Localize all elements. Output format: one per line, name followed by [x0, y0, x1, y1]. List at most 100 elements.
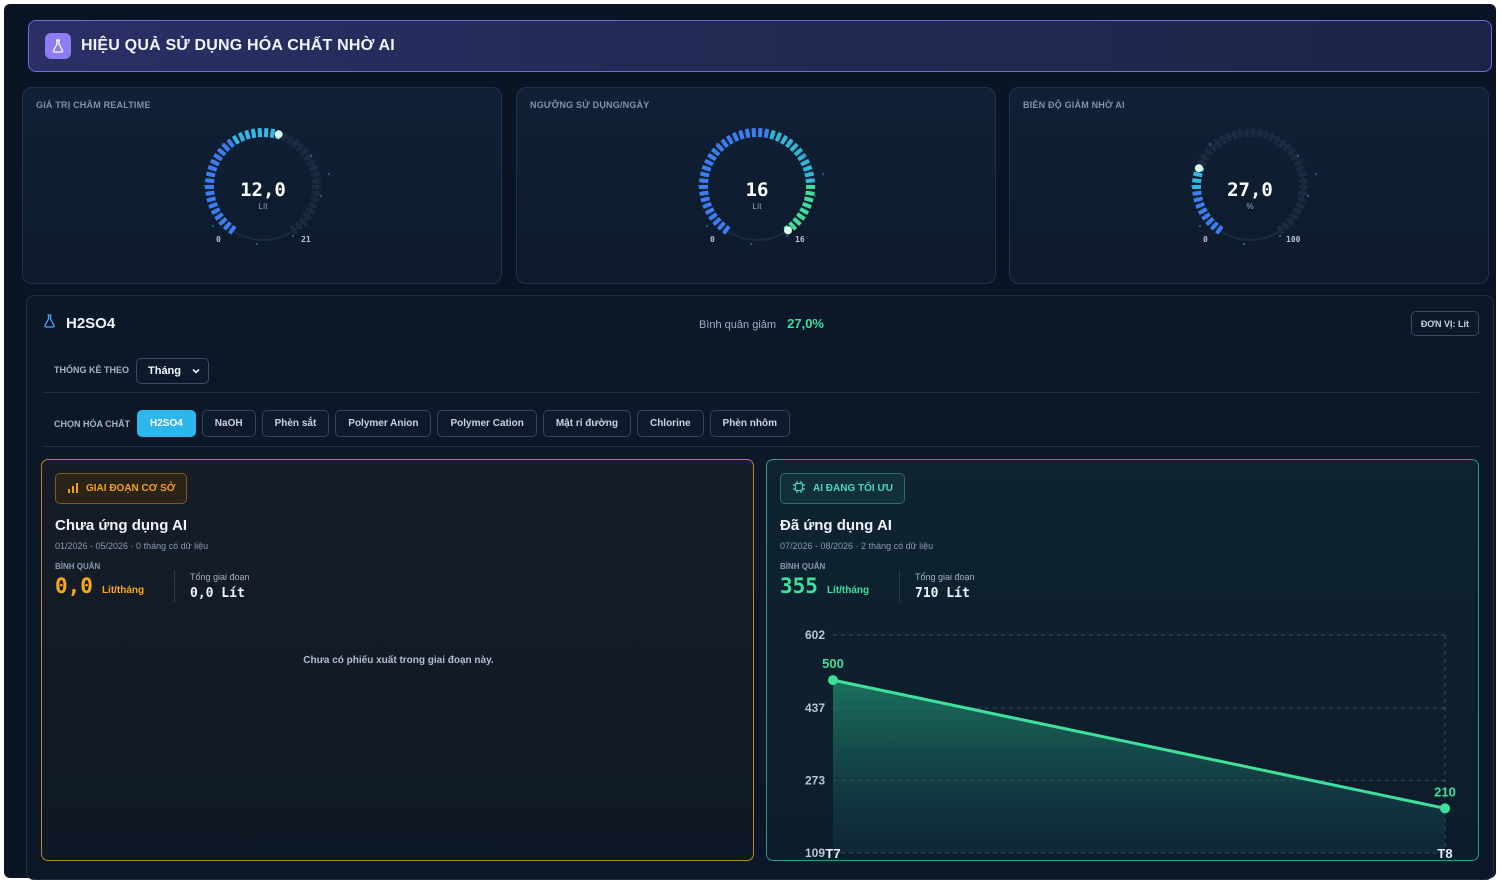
gauge-segment [731, 132, 740, 142]
gauge-segment [1196, 158, 1207, 167]
gauge-segment [780, 134, 789, 145]
gauge-segment [751, 127, 757, 138]
gauge-segment [1297, 171, 1308, 178]
chemical-chip[interactable]: Chlorine [636, 410, 704, 437]
chemical-chip[interactable]: H2SO4 [137, 410, 196, 437]
chemical-detail-panel: H2SO4 Bình quân giảm 27,0% ĐƠN VỊ: Lít T… [26, 295, 1494, 880]
gauge-label: BIÊN ĐỘ GIẢM NHỜ AI [1023, 100, 1125, 110]
baseline-avg: 0,0 Lít/tháng [55, 574, 144, 598]
gauge-segment [1267, 132, 1276, 142]
y-tick-label: 109 [805, 846, 825, 860]
gauge-segment [306, 158, 317, 167]
chevron-down-icon [190, 365, 202, 380]
average-reduction-label: Bình quân giảm [699, 319, 777, 331]
ai-panel: AI ĐANG TỐI ƯU Đã ứng dụng AI 07/2026 - … [766, 459, 1479, 861]
ai-badge: AI ĐANG TỐI ƯU [780, 473, 905, 504]
gauge-segment [769, 129, 776, 140]
period-select-value: Tháng [148, 365, 181, 377]
gauge-segment [308, 165, 319, 172]
gauge-value: 16 [745, 179, 769, 201]
chemical-chip[interactable]: Phèn sắt [261, 410, 330, 437]
gauge-segment [802, 165, 813, 172]
gauge-particle [821, 172, 825, 176]
gauge-segment [257, 127, 263, 138]
gauge-segment [703, 158, 714, 167]
data-label: 500 [822, 656, 844, 671]
gauge-segment [1231, 129, 1238, 140]
gauge-particle [785, 234, 789, 238]
gauge-segment [701, 165, 712, 172]
gauge-min: 0 [216, 235, 221, 244]
chemical-chip[interactable]: Polymer Anion [335, 410, 432, 437]
gauge-max: 100 [1286, 235, 1301, 244]
gauge-particle [309, 154, 313, 158]
gauge-segment [757, 127, 763, 138]
gauge-particle [1278, 234, 1282, 238]
gauge-particle [749, 242, 753, 246]
ai-total-value: 710 Lít [915, 586, 970, 601]
baseline-badge: GIAI ĐOẠN CƠ SỞ [55, 473, 188, 504]
gauge-segment [763, 128, 770, 139]
gauge-needle-dot [783, 226, 792, 235]
gauge-particle [1296, 154, 1300, 158]
gauge-segment [269, 128, 276, 139]
divider [43, 392, 1479, 393]
ai-subtitle: 07/2026 - 08/2026 · 2 tháng có dữ liệu [780, 541, 934, 551]
unit-button[interactable]: ĐƠN VỊ: Lít [1410, 311, 1479, 336]
chemical-chip[interactable]: Polymer Cation [437, 410, 537, 437]
gauge-particle [255, 242, 259, 246]
gauge-max: 16 [795, 235, 805, 244]
gauge-unit: Lít [752, 202, 762, 211]
chemical-chip-list: H2SO4 NaOH Phèn sắt Polymer Anion Polymer Ca… [137, 410, 790, 437]
gauge-max: 21 [301, 235, 311, 244]
gauge-segment [1256, 128, 1263, 139]
chemical-chip[interactable]: NaOH [201, 410, 256, 437]
gauge-card-reduction: BIÊN ĐỘ GIẢM NHỜ AI 27,0 % 0 100 [1009, 87, 1489, 284]
chemical-chip[interactable]: Mật rỉ đường [542, 410, 631, 437]
gauge-segment [1224, 132, 1233, 142]
flask-icon [45, 33, 71, 59]
gauge-segment [1244, 127, 1250, 138]
gauge-segment [699, 171, 710, 178]
gauge-segment [209, 158, 220, 167]
period-select[interactable]: Tháng [136, 358, 209, 384]
gauge-particle [1314, 172, 1318, 176]
gauge-particle [1242, 242, 1246, 246]
gauge-min: 0 [1203, 235, 1208, 244]
x-tick-label: T7 [825, 846, 840, 860]
baseline-avg-value: 0,0 [55, 574, 93, 598]
baseline-total-value: 0,0 Lít [190, 586, 245, 601]
gauge-particle [715, 142, 719, 146]
gauge-segment [207, 165, 218, 172]
gauge-value: 12,0 [240, 179, 286, 201]
baseline-empty-message: Chưa có phiếu xuất trong giai đoạn này. [303, 655, 494, 666]
gauge-card-realtime: GIÁ TRỊ CHÂM REALTIME 12,0 Lít 0 21 [22, 87, 502, 284]
gauge-segment [1262, 129, 1269, 140]
gauge-particle [291, 234, 295, 238]
chemical-chip[interactable]: Phèn nhôm [709, 410, 790, 437]
gauge-min: 0 [710, 235, 715, 244]
gauge-segment [804, 171, 815, 178]
gauge-segment [1237, 128, 1244, 139]
baseline-total-label: Tổng giai đoạn [190, 572, 250, 582]
gauge-needle-dot [274, 130, 283, 139]
baseline-avg-unit: Lít/tháng [101, 585, 145, 596]
gauge-segment [1218, 134, 1227, 145]
ai-avg-unit: Lít/tháng [826, 585, 870, 596]
gauge-segment [738, 129, 745, 140]
gauge-unit: % [1246, 202, 1254, 211]
gauge-value: 27,0 [1227, 179, 1273, 201]
page-title: HIỆU QUẢ SỬ DỤNG HÓA CHẤT NHỜ AI [81, 37, 395, 54]
baseline-title: Chưa ứng dụng AI [55, 517, 187, 534]
choose-chemical-label: CHỌN HÓA CHẤT [54, 419, 131, 429]
usage-area-chart: 602 437 273 109 500 T7 210 T8 [805, 628, 1456, 860]
gauge-segment [1192, 171, 1203, 178]
gauge-segment [725, 134, 734, 145]
gauge-segment [1293, 158, 1304, 167]
divider [174, 570, 175, 602]
chip-icon [792, 480, 806, 497]
app-frame: HIỆU QUẢ SỬ DỤNG HÓA CHẤT NHỜ AI GIÁ TRỊ… [4, 4, 1496, 880]
data-point [1440, 803, 1450, 814]
baseline-badge-label: GIAI ĐOẠN CƠ SỞ [86, 483, 176, 494]
gauge-segment [250, 128, 257, 139]
